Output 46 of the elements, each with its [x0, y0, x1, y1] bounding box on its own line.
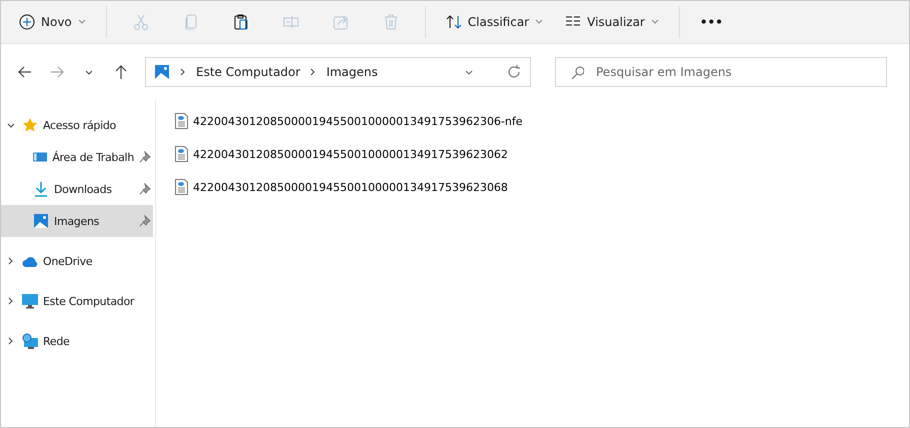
address-bar[interactable]: Este Computador Imagens — [145, 57, 531, 87]
breadcrumb[interactable]: Este Computador — [196, 65, 300, 79]
new-button[interactable]: Novo — [9, 5, 96, 39]
monitor-icon — [22, 293, 38, 309]
caret-icon — [535, 19, 544, 25]
rename-icon — [282, 14, 299, 30]
more-button[interactable]: ••• — [690, 5, 733, 39]
sort-icon — [446, 14, 462, 30]
sidebar-item[interactable]: Este Computador — [1, 285, 153, 317]
copy-icon — [182, 14, 199, 30]
network-icon — [22, 333, 38, 349]
xml-file-icon — [174, 146, 189, 162]
file-item[interactable]: 42200430120850000194550010000013491753962306-nfe — [174, 110, 523, 132]
caret-icon — [78, 19, 86, 25]
sidebar-item[interactable]: Downloads — [1, 173, 153, 205]
view-button[interactable]: Visualizar — [555, 5, 669, 39]
sidebar-item[interactable]: Imagens — [1, 205, 153, 237]
arrow-left-icon — [17, 64, 33, 80]
arrow-up-icon — [113, 64, 129, 80]
scissors-icon — [132, 14, 149, 30]
file-item[interactable]: 422004301208500001945500100000134917539623068 — [174, 176, 523, 198]
star-icon — [22, 117, 38, 133]
breadcrumb[interactable]: Imagens — [326, 65, 378, 79]
xml-file-icon — [174, 179, 189, 195]
clipboard-icon — [232, 14, 249, 30]
trash-icon — [382, 14, 399, 30]
sidebar-item[interactable]: Acesso rápido — [1, 109, 153, 141]
search-icon — [570, 65, 584, 79]
download-icon — [33, 181, 49, 197]
refresh-icon — [506, 64, 522, 80]
file-item[interactable]: 422004301208500001945500100000134917539623062 — [174, 143, 523, 165]
sidebar-item[interactable]: Área de Trabalh — [1, 141, 153, 173]
search-field[interactable]: Pesquisar em Imagens — [555, 57, 887, 87]
picture-icon — [154, 64, 170, 80]
arrow-right-icon — [49, 64, 65, 80]
sidebar-item[interactable]: Rede — [1, 325, 153, 357]
pin-icon — [139, 151, 151, 163]
sort-button[interactable]: Classificar — [436, 5, 554, 39]
caret-icon — [650, 19, 659, 25]
pin-icon — [139, 183, 151, 195]
xml-file-icon — [174, 113, 189, 129]
share-icon — [332, 14, 349, 30]
plus-circle-icon — [19, 14, 35, 30]
sidebar-item[interactable]: OneDrive — [1, 245, 153, 277]
pin-icon — [139, 215, 151, 227]
picture-icon — [33, 213, 49, 229]
